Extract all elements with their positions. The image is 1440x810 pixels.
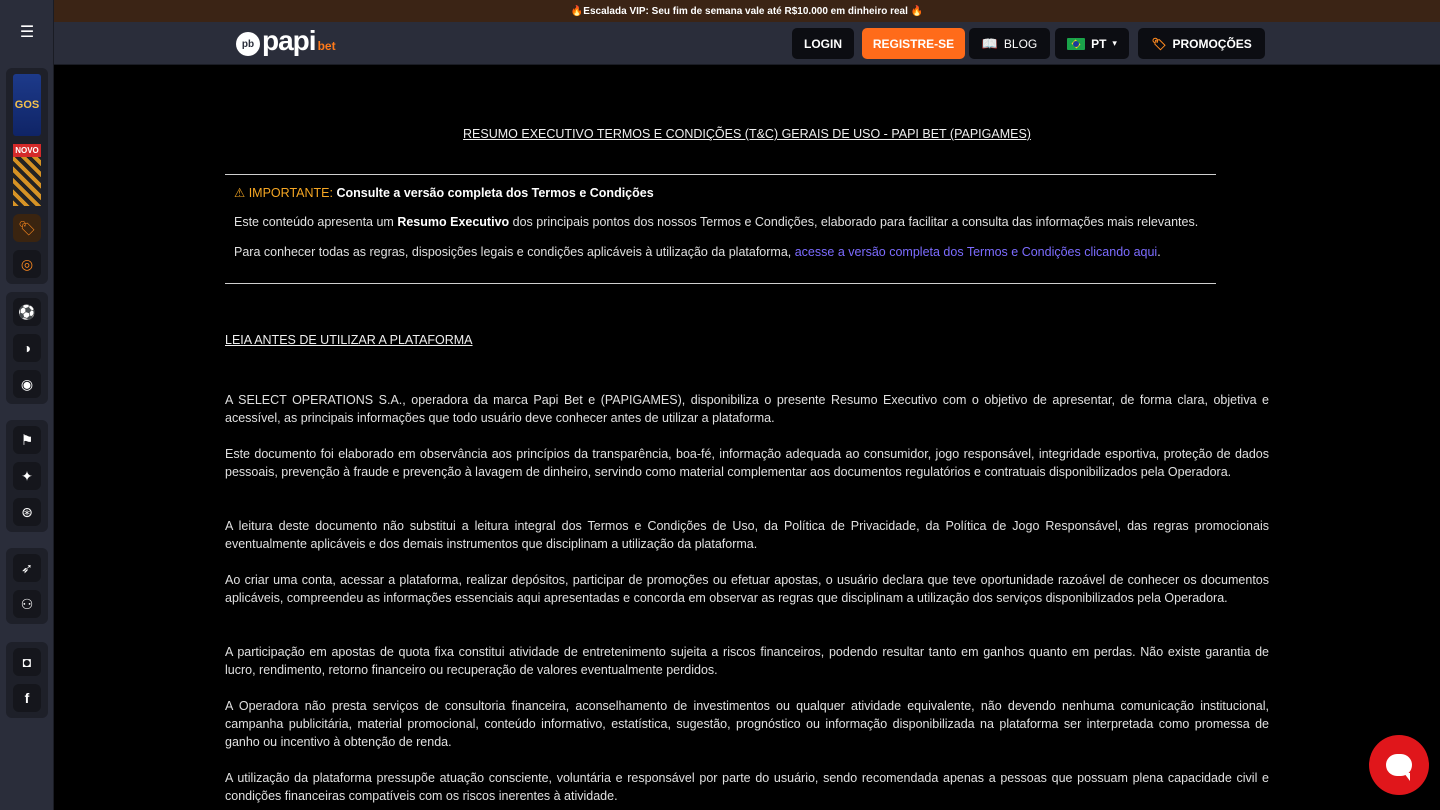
- important-notice: ⚠ IMPORTANTE: Consulte a versão completa…: [234, 185, 654, 200]
- live-casino-icon[interactable]: ⊛: [13, 498, 41, 526]
- rocket-icon[interactable]: ➶: [13, 554, 41, 582]
- live-chat-button[interactable]: [1369, 735, 1429, 795]
- language-label: PT: [1091, 36, 1107, 51]
- logo-wordmark: papi: [262, 25, 317, 56]
- gos-tile-label: GOS: [14, 99, 40, 111]
- warning-icon: ⚠: [234, 186, 246, 200]
- summary-text-start: Este conteúdo apresenta um: [234, 215, 398, 229]
- volleyball-icon[interactable]: ◑: [13, 334, 41, 362]
- roulette-icon[interactable]: ◎: [13, 250, 41, 278]
- rail-games-group: GOS NOVO 🏷 ◎: [6, 68, 48, 284]
- paragraph: A leitura deste documento não substitui …: [225, 519, 1269, 551]
- facebook-icon[interactable]: f: [13, 684, 41, 712]
- promotions-label: PROMOÇÕES: [1172, 36, 1252, 51]
- blog-button[interactable]: 📖 BLOG: [969, 28, 1050, 59]
- register-button[interactable]: REGISTRE-SE: [862, 28, 965, 59]
- rail-sports-group: ⚽ ◑ ◉: [6, 292, 48, 404]
- logo-badge: pb: [236, 32, 260, 56]
- race-flag-icon[interactable]: ⚑: [13, 426, 41, 454]
- user-plus-icon[interactable]: ⚇: [13, 590, 41, 618]
- summary-bold: Resumo Executivo: [397, 215, 510, 229]
- paragraph: Este documento foi elaborado em observân…: [225, 447, 1269, 479]
- promotions-button[interactable]: 🏷 PROMOÇÕES: [1138, 28, 1265, 59]
- full-terms-link[interactable]: acesse a versão completa dos Termos e Co…: [795, 245, 1157, 259]
- book-icon: 📖: [981, 35, 998, 51]
- casino-chip-icon[interactable]: ◉: [13, 370, 41, 398]
- rail-social-group: ◘ f: [6, 642, 48, 718]
- paragraph: A Operadora não presta serviços de consu…: [225, 699, 1269, 749]
- divider-top: [225, 174, 1216, 175]
- left-rail: ☰ GOS NOVO 🏷 ◎ ⚽ ◑ ◉ ⚑ ✦ ⊛ ➶ ⚇ ◘ f: [0, 0, 54, 810]
- language-selector[interactable]: PT ▾: [1055, 28, 1129, 59]
- blog-label: BLOG: [1003, 36, 1038, 51]
- important-prefix: IMPORTANTE:: [248, 186, 333, 200]
- summary-text-end: dos principais pontos dos nossos Termos …: [509, 215, 1199, 229]
- rules-notice: Para conhecer todas as regras, disposiçõ…: [234, 245, 1161, 259]
- divider-bottom: [225, 283, 1216, 284]
- novo-badge: NOVO: [13, 144, 41, 157]
- esports-icon[interactable]: ✦: [13, 462, 41, 490]
- top-header: pb papi bet LOGIN REGISTRE-SE 📖 BLOG PT …: [54, 22, 1440, 65]
- document-title: RESUMO EXECUTIVO TERMOS E CONDIÇÕES (T&C…: [463, 127, 1031, 141]
- register-label: REGISTRE-SE: [872, 36, 955, 51]
- soccer-ball-icon[interactable]: ⚽: [13, 298, 41, 326]
- new-game-tile[interactable]: NOVO: [13, 144, 41, 206]
- important-text: Consulte a versão completa dos Termos e …: [336, 186, 654, 200]
- section-title: LEIA ANTES DE UTILIZAR A PLATAFORMA: [225, 333, 473, 347]
- rules-text-start: Para conhecer todas as regras, disposiçõ…: [234, 245, 795, 259]
- promo-tag-icon[interactable]: 🏷: [13, 214, 41, 242]
- logo-suffix: bet: [317, 39, 336, 53]
- gos-game-tile[interactable]: GOS: [13, 74, 41, 136]
- chevron-down-icon: ▾: [1112, 38, 1117, 48]
- promo-tag-icon: 🏷: [1151, 36, 1167, 51]
- papibet-logo[interactable]: pb papi bet: [236, 26, 336, 56]
- instagram-icon[interactable]: ◘: [13, 648, 41, 676]
- promo-banner[interactable]: 🔥Escalada VIP: Seu fim de semana vale at…: [54, 0, 1440, 22]
- rules-text-end: .: [1157, 245, 1161, 259]
- login-label: LOGIN: [804, 36, 842, 51]
- checkered-flag-icon: [13, 157, 41, 206]
- hamburger-menu-icon[interactable]: ☰: [11, 21, 43, 43]
- paragraph: A participação em apostas de quota fixa …: [225, 645, 1269, 677]
- brazil-flag-icon: [1067, 37, 1086, 50]
- chat-bubble-icon: [1386, 754, 1412, 781]
- paragraph: A utilização da plataforma pressupõe atu…: [225, 771, 1269, 803]
- rail-misc-group: ⚑ ✦ ⊛: [6, 420, 48, 532]
- login-button[interactable]: LOGIN: [792, 28, 854, 59]
- rail-account-group: ➶ ⚇: [6, 548, 48, 624]
- summary-notice: Este conteúdo apresenta um Resumo Execut…: [234, 215, 1198, 229]
- paragraph: Ao criar uma conta, acessar a plataforma…: [225, 573, 1269, 605]
- terms-content: RESUMO EXECUTIVO TERMOS E CONDIÇÕES (T&C…: [54, 65, 1440, 810]
- paragraph: A SELECT OPERATIONS S.A., operadora da m…: [225, 393, 1269, 425]
